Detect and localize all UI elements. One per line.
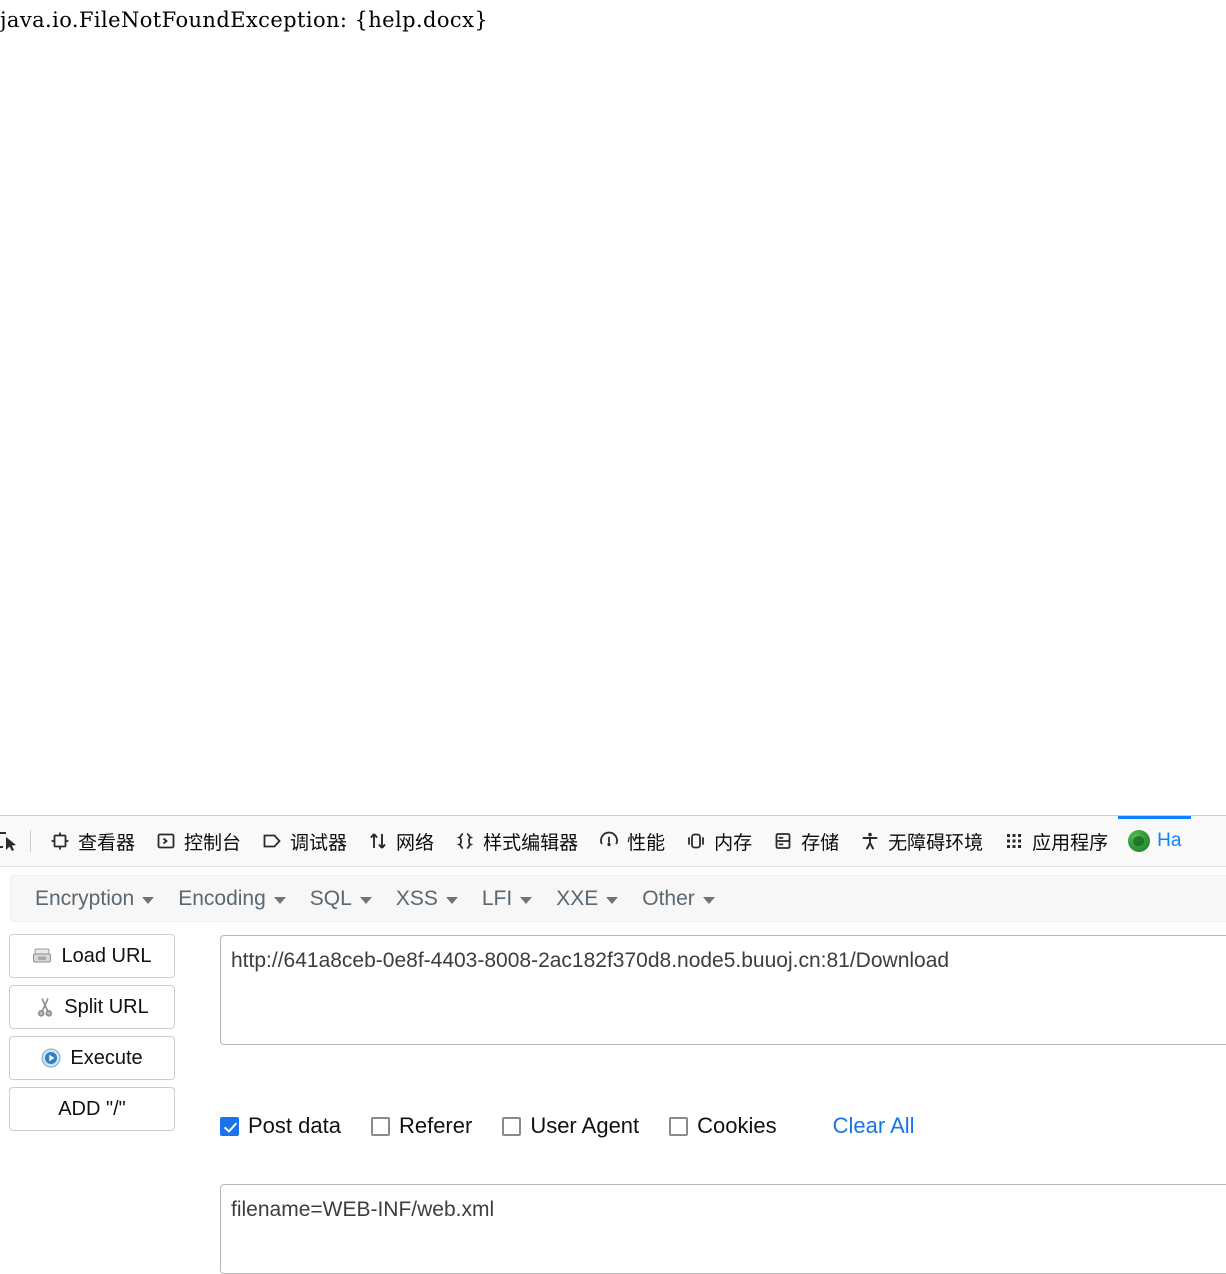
user-agent-checkbox[interactable] — [502, 1116, 522, 1136]
menu-xss[interactable]: XSS — [384, 882, 470, 916]
post-data-label: Post data — [248, 1113, 341, 1138]
referer-label: Referer — [398, 1113, 473, 1138]
menu-encryption-label: Encryption — [35, 886, 135, 910]
cookies-label: Cookies — [697, 1113, 777, 1138]
clear-all-link[interactable]: Clear All — [833, 1113, 915, 1139]
option-post-data[interactable]: Post data — [220, 1113, 341, 1139]
memory-icon — [685, 830, 707, 852]
chevron-down-icon — [520, 896, 533, 904]
inspector-icon — [49, 830, 71, 852]
menu-sql-label: SQL — [309, 886, 352, 910]
tab-network-label: 网络 — [396, 832, 435, 854]
execute-play-icon — [41, 1048, 61, 1068]
menu-xxe-label: XXE — [556, 886, 599, 910]
tab-storage-label: 存储 — [801, 832, 840, 854]
tab-performance[interactable]: 性能 — [588, 816, 675, 866]
execute-button[interactable]: Execute — [9, 1036, 175, 1080]
java-exception-message: java.io.FileNotFoundException: {help.doc… — [0, 8, 489, 32]
scissors-icon — [35, 997, 55, 1017]
tab-console-label: 控制台 — [184, 832, 242, 854]
option-referer[interactable]: Referer — [370, 1113, 473, 1139]
devtools-toolbar: 查看器 控制台 调试器 网络 样式编辑器 性能 内存 存储 无障碍环境 应用程序… — [0, 816, 1226, 867]
menu-other-label: Other — [642, 886, 695, 910]
user-agent-label: User Agent — [530, 1113, 640, 1138]
tab-inspector-label: 查看器 — [78, 832, 136, 854]
application-icon — [1003, 830, 1025, 852]
load-url-button[interactable]: Load URL — [9, 934, 175, 978]
tab-inspector[interactable]: 查看器 — [39, 816, 145, 866]
tab-debugger-label: 调试器 — [290, 832, 348, 854]
chevron-down-icon — [359, 896, 372, 904]
menu-encryption[interactable]: Encryption — [23, 882, 166, 916]
element-picker-icon[interactable] — [0, 821, 22, 861]
execute-label: Execute — [70, 1046, 143, 1069]
post-data-checkbox[interactable] — [220, 1116, 239, 1136]
tab-performance-label: 性能 — [627, 832, 666, 854]
style-editor-icon — [454, 830, 476, 852]
accessibility-icon — [859, 830, 881, 852]
option-cookies[interactable]: Cookies — [669, 1113, 777, 1139]
hackbar-panel: Encryption Encoding SQL XSS LFI XXE Othe… — [0, 867, 1226, 1274]
load-url-icon — [32, 946, 52, 966]
menu-sql[interactable]: SQL — [298, 882, 384, 916]
url-input[interactable]: http://641a8ceb-0e8f-4403-8008-2ac182f37… — [220, 935, 1226, 1045]
post-data-input[interactable]: filename=WEB-INF/web.xml — [220, 1184, 1226, 1274]
split-url-button[interactable]: Split URL — [9, 985, 175, 1029]
storage-icon — [772, 830, 794, 852]
hackbar-menu-bar: Encryption Encoding SQL XSS LFI XXE Othe… — [10, 875, 1226, 922]
tab-accessibility[interactable]: 无障碍环境 — [849, 816, 993, 866]
tab-application[interactable]: 应用程序 — [993, 816, 1118, 866]
browser-page-content: java.io.FileNotFoundException: {help.doc… — [0, 0, 1226, 815]
tab-application-label: 应用程序 — [1032, 832, 1109, 854]
referer-checkbox[interactable] — [370, 1116, 390, 1136]
menu-xss-label: XSS — [395, 886, 438, 910]
load-url-label: Load URL — [61, 944, 152, 967]
menu-other[interactable]: Other — [630, 882, 727, 916]
performance-icon — [598, 830, 620, 852]
tab-memory[interactable]: 内存 — [675, 816, 762, 866]
menu-xxe[interactable]: XXE — [544, 882, 630, 916]
split-url-label: Split URL — [64, 995, 149, 1018]
cookies-checkbox[interactable] — [669, 1116, 689, 1136]
tab-network[interactable]: 网络 — [357, 816, 444, 866]
tab-style-editor[interactable]: 样式编辑器 — [444, 816, 588, 866]
chevron-down-icon — [445, 896, 458, 904]
chevron-down-icon — [702, 896, 715, 904]
add-slash-button[interactable]: ADD "/" — [9, 1087, 175, 1131]
debugger-icon — [261, 830, 283, 852]
menu-lfi-label: LFI — [481, 886, 513, 910]
menu-encoding[interactable]: Encoding — [166, 882, 298, 916]
hackbar-button-column: Load URL Split URL Execute ADD "/" — [9, 934, 175, 1138]
tab-debugger[interactable]: 调试器 — [251, 816, 357, 866]
tab-storage[interactable]: 存储 — [762, 816, 849, 866]
tab-accessibility-label: 无障碍环境 — [888, 832, 984, 854]
devtools-panel: 查看器 控制台 调试器 网络 样式编辑器 性能 内存 存储 无障碍环境 应用程序… — [0, 815, 1226, 1274]
menu-lfi[interactable]: LFI — [470, 882, 544, 916]
hackbar-options-row: Post data Referer User Agent Cookies Cle… — [220, 1113, 915, 1139]
menu-encoding-label: Encoding — [178, 886, 266, 910]
hackbar-logo-icon — [1128, 830, 1151, 852]
add-slash-label: ADD "/" — [58, 1097, 126, 1120]
chevron-down-icon — [606, 896, 619, 904]
tab-hackbar-label: Ha — [1157, 830, 1182, 851]
toolbar-separator — [30, 830, 31, 852]
chevron-down-icon — [142, 896, 155, 904]
console-icon — [155, 830, 177, 852]
tab-style-editor-label: 样式编辑器 — [483, 832, 579, 854]
chevron-down-icon — [273, 896, 286, 904]
tab-hackbar[interactable]: Ha — [1118, 816, 1192, 866]
network-icon — [367, 830, 389, 852]
tab-console[interactable]: 控制台 — [145, 816, 251, 866]
tab-memory-label: 内存 — [714, 832, 753, 854]
option-user-agent[interactable]: User Agent — [502, 1113, 639, 1139]
